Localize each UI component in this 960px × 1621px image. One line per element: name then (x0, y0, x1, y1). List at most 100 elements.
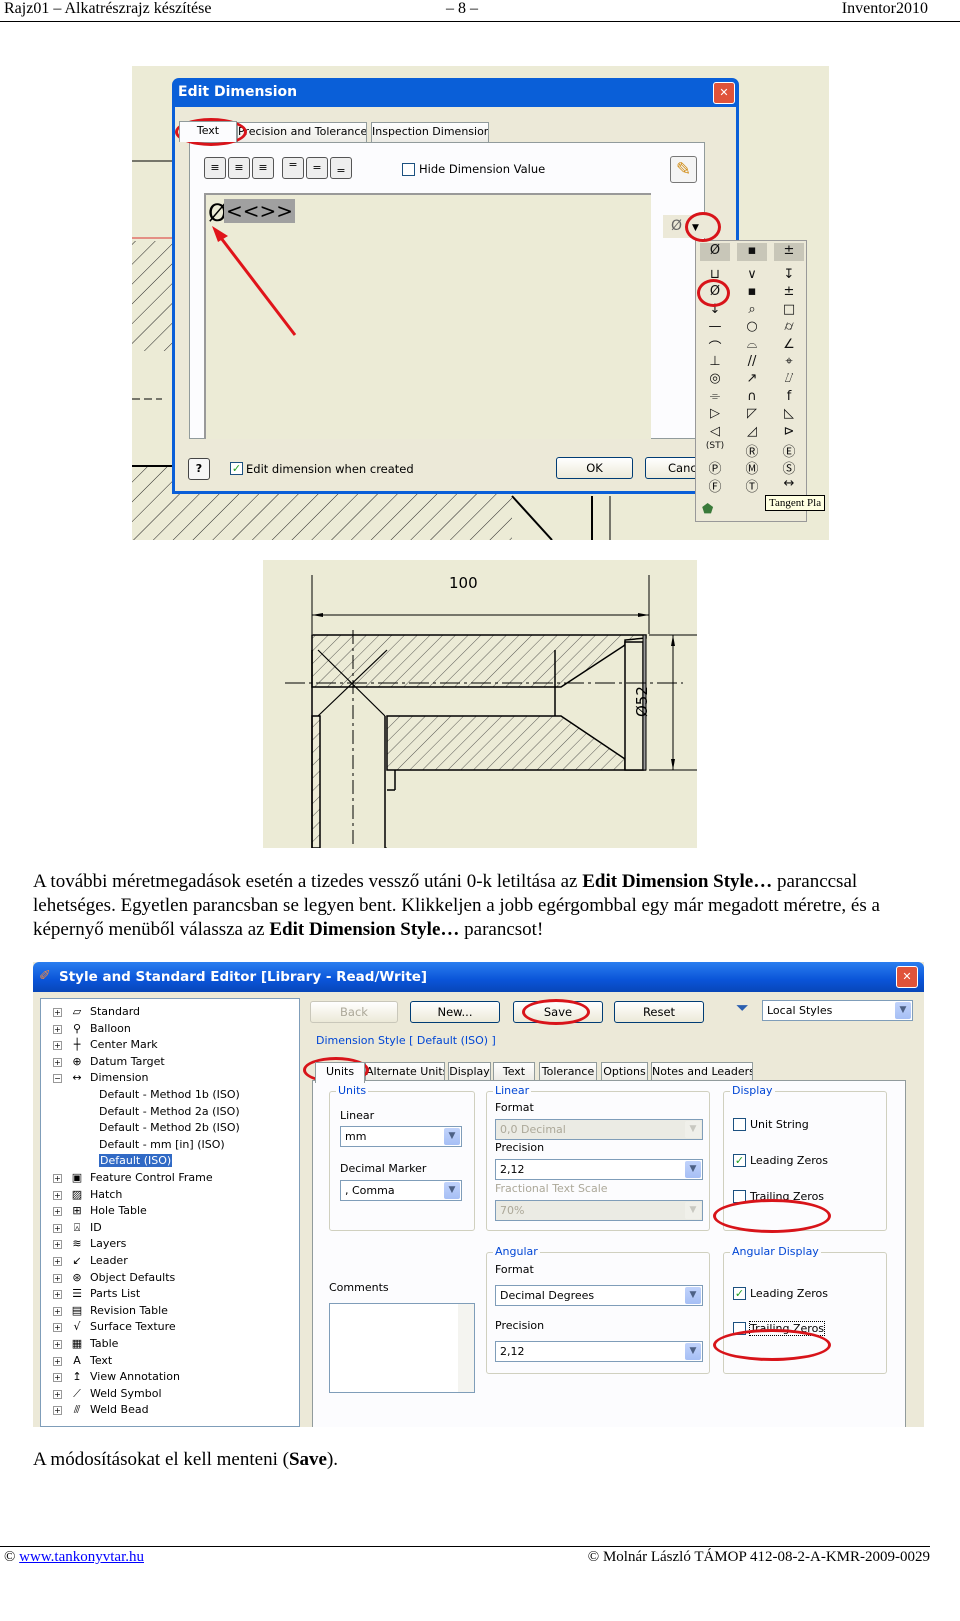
tab-notes-and-leaders[interactable]: Notes and Leaders (651, 1062, 753, 1080)
tree-item[interactable]: + ▱ Standard (53, 1003, 140, 1020)
tree-item[interactable]: + ↙ Leader (53, 1252, 128, 1269)
linear-format-dropdown[interactable]: 0,0 Decimal ▼ (495, 1119, 703, 1140)
angular-precision-dropdown[interactable]: 2,12 ▼ (495, 1341, 703, 1362)
angular-leading-zeros-checkbox[interactable]: ✓ (733, 1287, 746, 1300)
tree-item[interactable]: Default (ISO) (99, 1152, 173, 1169)
new-button[interactable]: New... (410, 1001, 500, 1023)
help-button[interactable]: ? (188, 458, 210, 480)
palette-symbol[interactable]: — (700, 319, 730, 334)
palette-symbol[interactable]: Ⓕ (700, 476, 730, 495)
palette-symbol[interactable]: ⌭ (774, 319, 804, 334)
palette-symbol[interactable]: ⌒ (700, 337, 730, 356)
tab-alternate-units[interactable]: Alternate Units (365, 1062, 445, 1080)
chevron-down-icon[interactable]: ▼ (444, 1182, 460, 1199)
chevron-down-icon[interactable]: ▼ (444, 1128, 460, 1145)
palette-symbol[interactable]: Ⓣ (737, 476, 767, 495)
expand-toggle[interactable]: + (53, 1406, 62, 1416)
scrollbar[interactable] (458, 1304, 474, 1392)
expand-toggle[interactable]: + (53, 1057, 62, 1067)
align-left-icon[interactable]: ≡ (204, 157, 226, 179)
palette-symbol[interactable]: Ⓢ (774, 458, 804, 477)
expand-toggle[interactable]: + (53, 1257, 62, 1266)
palette-symbol[interactable]: ∠ (774, 337, 804, 352)
tree-item[interactable]: Default - Method 2a (ISO) (99, 1103, 240, 1120)
expand-toggle[interactable]: + (53, 1207, 62, 1217)
tree-item[interactable]: + A Text (53, 1352, 112, 1369)
style-filter-dropdown[interactable]: Local Styles ▼ (762, 1000, 913, 1021)
expand-toggle[interactable]: + (53, 1273, 62, 1283)
palette-symbol[interactable]: ▪ (737, 284, 767, 299)
align-right-icon[interactable]: ≡ (252, 157, 274, 179)
website-link[interactable]: www.tankonyvtar.hu (19, 1549, 144, 1565)
linear-precision-dropdown[interactable]: 2,12 ▼ (495, 1159, 703, 1180)
expand-toggle[interactable]: + (53, 1174, 62, 1183)
palette-symbol[interactable]: Ⓜ (737, 458, 767, 477)
palette-symbol[interactable]: f (774, 389, 804, 404)
palette-symbol[interactable]: ⌰ (774, 371, 804, 386)
tree-item[interactable]: + ⊛ Object Defaults (53, 1269, 175, 1286)
align-middle-icon[interactable]: = (306, 157, 328, 179)
tree-item[interactable]: + ▣ Feature Control Frame (53, 1169, 213, 1186)
palette-symbol[interactable]: ◺ (774, 406, 804, 421)
palette-symbol[interactable]: ⌯ (700, 389, 730, 404)
tree-item[interactable]: Default - Method 1b (ISO) (99, 1086, 240, 1103)
expand-toggle[interactable]: + (53, 1306, 62, 1316)
angular-format-dropdown[interactable]: Decimal Degrees ▼ (495, 1285, 703, 1306)
align-top-icon[interactable]: = (282, 157, 304, 179)
tab-tolerance[interactable]: Tolerance (539, 1062, 597, 1080)
tree-item[interactable]: + ⟋ Weld Symbol (53, 1385, 162, 1402)
reset-button[interactable]: Reset (614, 1001, 704, 1023)
tree-item[interactable]: + ⊞ Hole Table (53, 1202, 147, 1219)
palette-header-symbol[interactable]: Ø (700, 243, 730, 261)
tree-item[interactable]: + √ Surface Texture (53, 1318, 176, 1335)
fractional-text-scale-dropdown[interactable]: 70% ▼ (495, 1200, 703, 1221)
chevron-down-icon[interactable]: ▼ (685, 1161, 701, 1178)
tree-item[interactable]: Default - mm [in] (ISO) (99, 1136, 225, 1153)
close-button[interactable]: ✕ (896, 966, 918, 988)
expand-toggle[interactable]: + (53, 1373, 62, 1383)
palette-symbol[interactable]: ◎ (700, 371, 730, 386)
symbol-library-icon[interactable]: ⬟ (702, 501, 713, 517)
tab-text[interactable]: Text (179, 121, 237, 142)
tab-text[interactable]: Text (493, 1062, 535, 1080)
palette-symbol[interactable]: ⌓ (737, 337, 767, 352)
tree-item[interactable]: − ↔ Dimension (53, 1069, 148, 1086)
tree-item[interactable]: + ☰ Parts List (53, 1285, 140, 1302)
tree-item[interactable]: + ▦ Table (53, 1335, 118, 1352)
palette-symbol[interactable]: ↧ (774, 267, 804, 282)
leading-zeros-checkbox[interactable]: ✓ (733, 1154, 746, 1167)
unit-string-checkbox[interactable] (733, 1118, 746, 1131)
tree-item[interactable]: + ┼ Center Mark (53, 1036, 158, 1053)
palette-symbol[interactable]: ○ (737, 319, 767, 334)
palette-symbol[interactable]: (ST) (700, 441, 730, 451)
palette-symbol[interactable]: ◁ (700, 424, 730, 439)
expand-toggle[interactable]: + (53, 1323, 62, 1333)
hide-dimension-value-checkbox[interactable] (402, 163, 415, 176)
chevron-down-icon[interactable]: ▼ (685, 1121, 701, 1138)
tree-item[interactable]: Default - Method 2b (ISO) (99, 1119, 240, 1136)
palette-symbol[interactable]: ◸ (737, 406, 767, 421)
palette-symbol[interactable]: ⊥ (700, 354, 730, 369)
tree-item[interactable]: + ▨ Hatch (53, 1186, 122, 1203)
chevron-down-icon[interactable]: ▼ (685, 1287, 701, 1304)
palette-symbol[interactable]: Ⓔ (774, 441, 804, 460)
expand-toggle[interactable]: + (53, 1041, 62, 1051)
expand-toggle[interactable]: + (53, 1389, 62, 1399)
expand-toggle[interactable]: + (53, 1223, 62, 1233)
tab-precision-tolerance[interactable]: Precision and Tolerance (237, 122, 367, 142)
expand-toggle[interactable]: + (53, 1190, 62, 1200)
tree-item[interactable]: + ▤ Revision Table (53, 1302, 168, 1319)
tab-units[interactable]: Units (315, 1062, 365, 1083)
palette-symbol[interactable]: ◿ (737, 424, 767, 439)
linear-units-dropdown[interactable]: mm ▼ (340, 1126, 462, 1147)
tree-item[interactable]: + ⍓ ID (53, 1219, 102, 1236)
tree-item[interactable]: + ⚲ Balloon (53, 1020, 131, 1037)
decimal-marker-dropdown[interactable]: , Comma ▼ (340, 1180, 462, 1201)
tree-item[interactable]: + ↥ View Annotation (53, 1368, 180, 1385)
tab-options[interactable]: Options (601, 1062, 648, 1080)
palette-symbol[interactable]: ± (774, 284, 804, 299)
align-center-icon[interactable]: ≡ (228, 157, 250, 179)
tab-display[interactable]: Display (448, 1062, 491, 1080)
comments-textarea[interactable] (329, 1303, 475, 1393)
expand-toggle[interactable]: − (53, 1074, 62, 1084)
